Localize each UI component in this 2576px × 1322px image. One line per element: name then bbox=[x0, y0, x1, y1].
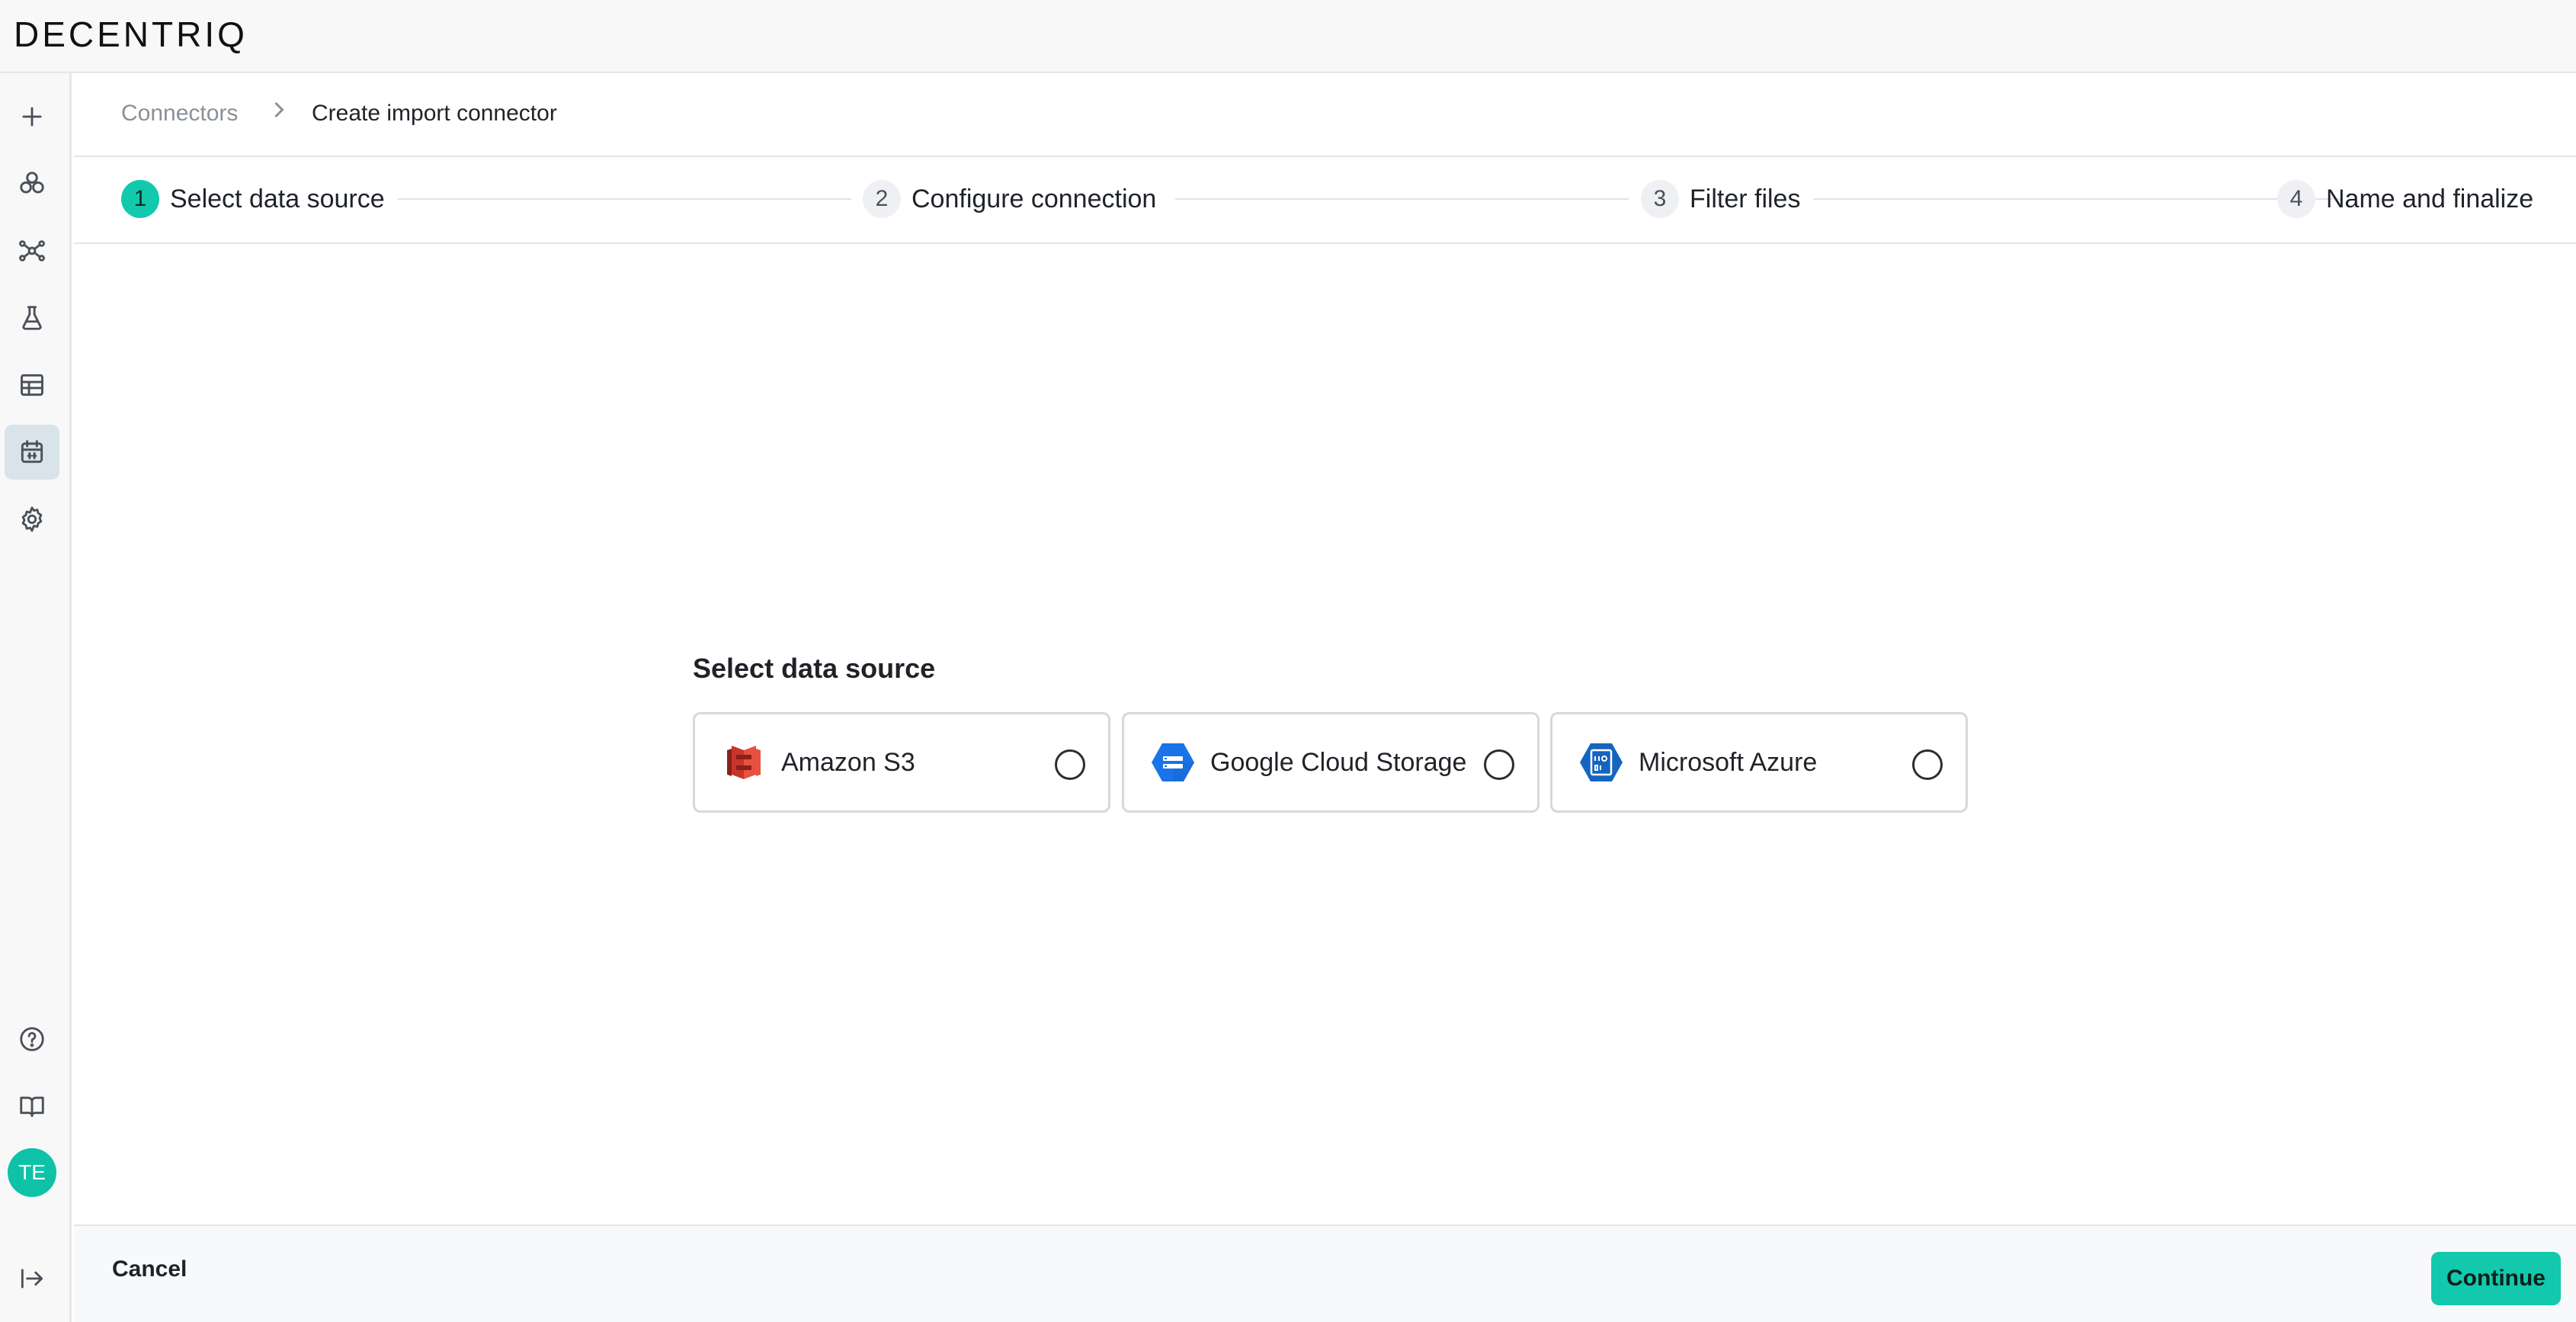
flask-icon[interactable] bbox=[5, 290, 59, 345]
step-connector-line bbox=[1175, 198, 1629, 200]
step-number: 4 bbox=[2277, 180, 2315, 218]
plus-icon[interactable] bbox=[5, 89, 59, 144]
radio-button[interactable] bbox=[1484, 749, 1514, 780]
step-connector-line bbox=[398, 198, 851, 200]
option-amazon-s3[interactable]: Amazon S3 bbox=[693, 712, 1110, 813]
option-microsoft-azure[interactable]: Microsoft Azure bbox=[1550, 712, 1968, 813]
radio-button[interactable] bbox=[1912, 749, 1943, 780]
decentriq-logo[interactable]: DECENTRIQ bbox=[14, 14, 248, 55]
gear-icon[interactable] bbox=[5, 492, 59, 547]
option-label: Microsoft Azure bbox=[1639, 748, 1818, 777]
avatar[interactable]: TE bbox=[8, 1148, 56, 1197]
amazon-s3-icon bbox=[727, 746, 761, 779]
step-select-data-source[interactable]: 1 Select data source bbox=[121, 179, 385, 219]
step-connector-line bbox=[1813, 198, 2343, 200]
step-filter-files[interactable]: 3 Filter files bbox=[1641, 179, 1800, 219]
sidebar: TE bbox=[0, 73, 72, 1322]
datarooms-icon[interactable] bbox=[5, 156, 59, 211]
table-icon[interactable] bbox=[5, 358, 59, 412]
step-name-and-finalize[interactable]: 4 Name and finalize bbox=[2277, 179, 2533, 219]
option-label: Amazon S3 bbox=[781, 748, 915, 777]
step-number: 2 bbox=[863, 180, 901, 218]
cancel-button[interactable]: Cancel bbox=[112, 1256, 187, 1282]
top-bar: DECENTRIQ bbox=[0, 0, 2576, 73]
step-number: 3 bbox=[1641, 180, 1679, 218]
network-icon[interactable] bbox=[5, 223, 59, 278]
connector-icon[interactable] bbox=[5, 425, 59, 480]
google-cloud-storage-icon bbox=[1152, 743, 1194, 781]
step-label: Name and finalize bbox=[2326, 184, 2534, 213]
step-label: Configure connection bbox=[912, 184, 1157, 213]
radio-button[interactable] bbox=[1055, 749, 1085, 780]
breadcrumb-connectors[interactable]: Connectors bbox=[121, 101, 238, 127]
chevron-right-icon bbox=[265, 96, 293, 124]
step-number: 1 bbox=[121, 180, 159, 218]
stepper: 1 Select data source 2 Configure connect… bbox=[74, 157, 2576, 244]
section-title: Select data source bbox=[693, 653, 936, 684]
step-configure-connection[interactable]: 2 Configure connection bbox=[863, 179, 1156, 219]
step-label: Filter files bbox=[1690, 184, 1801, 213]
option-label: Google Cloud Storage bbox=[1210, 748, 1467, 777]
option-google-cloud-storage[interactable]: Google Cloud Storage bbox=[1122, 712, 1540, 813]
breadcrumb-current: Create import connector bbox=[312, 101, 557, 126]
microsoft-azure-icon bbox=[1580, 743, 1623, 781]
help-icon[interactable] bbox=[5, 1012, 59, 1067]
continue-button[interactable]: Continue bbox=[2431, 1252, 2561, 1305]
footer-bar: Cancel Continue bbox=[74, 1224, 2576, 1322]
step-label: Select data source bbox=[170, 184, 385, 213]
breadcrumb: Connectors Create import connector bbox=[74, 73, 2576, 157]
collapse-sidebar-icon[interactable] bbox=[5, 1251, 59, 1306]
book-icon[interactable] bbox=[5, 1079, 59, 1134]
